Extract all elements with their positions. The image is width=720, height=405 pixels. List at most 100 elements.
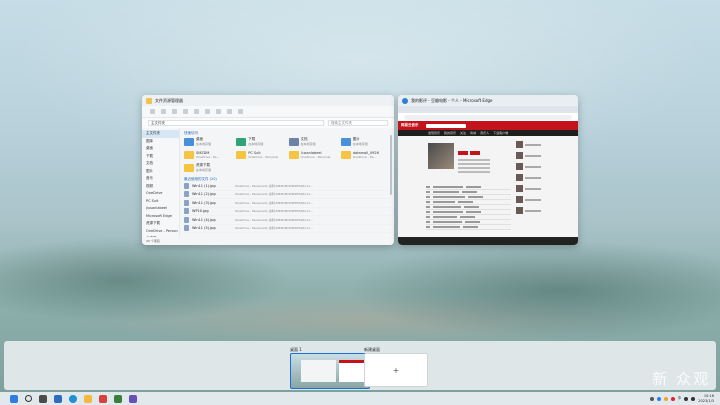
folder-tile[interactable]: 桌面 在本地存储: [184, 136, 233, 147]
file-row[interactable]: Win11 (1).jpg OneDrive - Personal\1.资料\SM…: [184, 182, 390, 191]
folder-tile[interactable]: datamall_0926 OneDrive - Pe...: [340, 149, 390, 160]
file-row[interactable]: Win11 (2).jpg OneDrive - Personal\1.资料\SM…: [184, 191, 390, 199]
paste-icon[interactable]: [183, 109, 188, 114]
folder-tile[interactable]: SMZDM OneDrive - Pe...: [184, 149, 233, 160]
edge-tab-strip[interactable]: [398, 106, 578, 113]
start-icon[interactable]: [10, 394, 18, 403]
delete-icon[interactable]: [216, 109, 221, 114]
site-nav-item[interactable]: 下载客户端: [493, 131, 508, 135]
folder-tile[interactable]: 图片 在本地存储: [340, 136, 390, 147]
edge-titlebar[interactable]: 我的影评 - 豆瓣电影 - 个人 - Microsoft Edge: [398, 95, 578, 106]
folder-tile[interactable]: 下载 在本地存储: [236, 136, 285, 147]
site-nav-item[interactable]: 我的音乐: [444, 131, 456, 135]
app-icon[interactable]: [129, 394, 137, 403]
new-icon[interactable]: [150, 109, 155, 114]
clock[interactable]: 10:16 2023/1/3: [698, 394, 714, 403]
web-page: 网易云音乐 发现音乐 我的音乐 关注 商城 音乐人 下载客户端: [398, 121, 578, 245]
nav-item[interactable]: OneDrive: [142, 190, 179, 198]
onedrive-icon[interactable]: [656, 396, 661, 401]
input-language[interactable]: 中: [678, 396, 682, 401]
desktop-1-thumbnail[interactable]: [290, 353, 370, 389]
site-nav: 发现音乐 我的音乐 关注 商城 音乐人 下载客户端: [398, 130, 578, 136]
image-file-icon: [184, 191, 189, 198]
date: 2023/1/3: [698, 398, 714, 403]
message-button[interactable]: [470, 151, 480, 155]
nav-item[interactable]: OneDrive - Person: [142, 228, 179, 236]
list-item[interactable]: [516, 141, 546, 148]
list-item[interactable]: [516, 163, 546, 170]
folder-sub: 在本地存储: [196, 168, 212, 172]
nav-item[interactable]: 图片: [142, 168, 179, 176]
explorer-titlebar[interactable]: 文件资源管理器: [142, 95, 394, 106]
explorer-window[interactable]: 文件资源管理器 主文件夹 搜索主文件夹 主文件夹 图库 桌面 下载 文档 图片 …: [142, 95, 394, 245]
app-tray-icon[interactable]: [663, 396, 668, 401]
profile-avatar[interactable]: [428, 143, 454, 169]
list-item[interactable]: [516, 152, 546, 159]
widgets-icon[interactable]: [54, 394, 62, 403]
edge-window[interactable]: 我的影评 - 豆瓣电影 - 个人 - Microsoft Edge 网易云音乐 …: [398, 95, 578, 245]
nav-item[interactable]: 资源下载: [142, 220, 179, 228]
desktop-1[interactable]: 桌面 1: [290, 347, 370, 389]
rename-icon[interactable]: [194, 109, 199, 114]
file-row[interactable]: Win11 (3).jpg OneDrive - Personal\1.资料\SM…: [184, 199, 390, 208]
folder-tile[interactable]: 资源下载 在本地存储: [184, 162, 233, 173]
app-icon[interactable]: [114, 394, 122, 403]
address-bar[interactable]: 主文件夹: [148, 120, 324, 126]
new-desktop[interactable]: 新建桌面 +: [364, 347, 428, 387]
copy-icon[interactable]: [172, 109, 177, 114]
search-icon[interactable]: [25, 395, 32, 402]
site-nav-item[interactable]: 发现音乐: [428, 131, 440, 135]
site-nav-item[interactable]: 商城: [470, 131, 476, 135]
view-icon[interactable]: [238, 109, 243, 114]
list-item[interactable]: [516, 185, 546, 192]
nav-item[interactable]: Microsoft Edge: [142, 213, 179, 221]
music-player-bar[interactable]: [398, 237, 578, 245]
url-bar[interactable]: [404, 114, 572, 120]
edge-taskbar-icon[interactable]: [69, 394, 77, 403]
folder-icon: [340, 137, 351, 146]
scrollbar[interactable]: [390, 135, 392, 195]
new-desktop-button[interactable]: +: [364, 353, 428, 387]
list-item[interactable]: [516, 196, 546, 203]
wifi-icon[interactable]: [684, 396, 689, 401]
nav-item[interactable]: 视频: [142, 183, 179, 191]
nav-item[interactable]: jiusanlabeel: [142, 205, 179, 213]
nav-item[interactable]: 桌面: [142, 145, 179, 153]
search-input[interactable]: 搜索主文件夹: [328, 120, 388, 126]
app-tray-icon[interactable]: [670, 396, 675, 401]
site-logo[interactable]: 网易云音乐: [401, 123, 419, 128]
chevron-up-icon[interactable]: [649, 396, 654, 401]
file-name: Win11 (5).jpg: [192, 226, 216, 231]
nav-item[interactable]: 下载: [142, 153, 179, 161]
folder-tile[interactable]: PC Suit OneDrive - Personal: [236, 149, 285, 160]
site-search-input[interactable]: [425, 123, 466, 128]
table-row[interactable]: [426, 225, 511, 230]
file-name: Win11 (2).jpg: [192, 192, 216, 197]
folder-tile[interactable]: 文档 在本地存储: [288, 136, 338, 147]
nav-item[interactable]: PC Suit: [142, 198, 179, 206]
sort-icon[interactable]: [227, 109, 232, 114]
follow-button[interactable]: [458, 151, 468, 155]
nav-item[interactable]: 文档: [142, 160, 179, 168]
site-nav-item[interactable]: 音乐人: [480, 131, 489, 135]
task-view-icon[interactable]: [39, 394, 47, 403]
nav-item[interactable]: 音乐: [142, 175, 179, 183]
list-item[interactable]: [516, 207, 546, 214]
cut-icon[interactable]: [161, 109, 166, 114]
share-icon[interactable]: [205, 109, 210, 114]
site-header: 网易云音乐: [398, 121, 578, 130]
explorer-taskbar-icon[interactable]: [84, 394, 92, 403]
folder-tile[interactable]: jiusanlabeel OneDrive - Personal: [288, 149, 338, 160]
file-row[interactable]: WP10.jpg OneDrive - Personal\1.资料\SMZDM\S…: [184, 208, 390, 216]
list-item[interactable]: [516, 174, 546, 181]
site-nav-item[interactable]: 关注: [460, 131, 466, 135]
volume-icon[interactable]: [691, 396, 696, 401]
file-row[interactable]: Win11 (5).jpg OneDrive - Personal\1.资料\SM…: [184, 225, 390, 233]
mini-explorer: [301, 360, 336, 382]
folder-sub: 在本地存储: [300, 142, 316, 146]
app-icon[interactable]: [99, 394, 107, 403]
nav-item[interactable]: 图库: [142, 138, 179, 146]
nav-item[interactable]: 主文件夹: [142, 130, 179, 138]
image-file-icon: [184, 216, 189, 223]
file-row[interactable]: Win11 (4).jpg OneDrive - Personal\1.资料\SM…: [184, 216, 390, 225]
